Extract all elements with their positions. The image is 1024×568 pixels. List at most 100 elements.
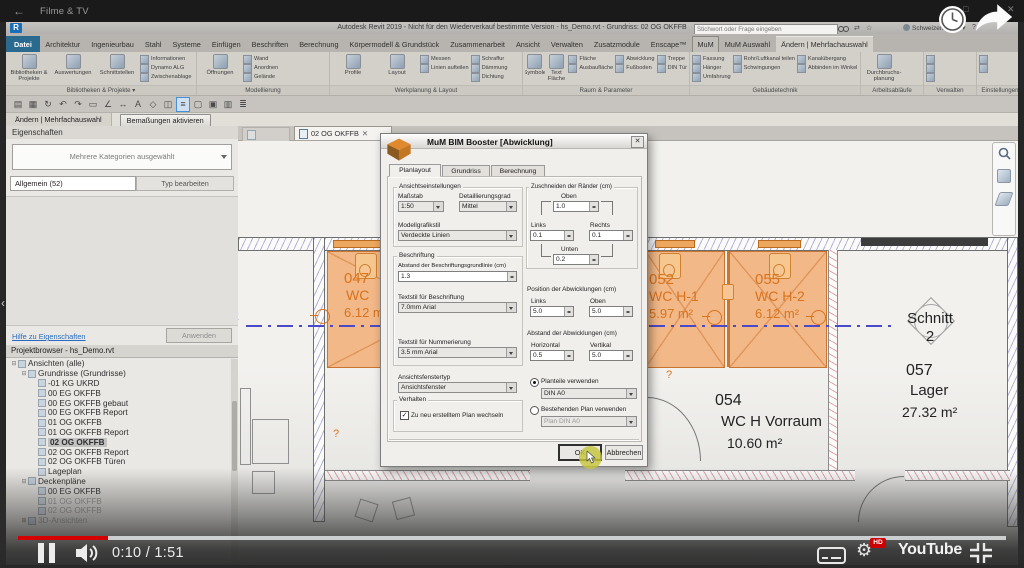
- use-sheet-parts-radio[interactable]: [530, 378, 539, 387]
- browser-item-01-og-okffb-report[interactable]: 01 OG OKFFB Report: [6, 428, 230, 438]
- scrollbar[interactable]: [231, 359, 238, 565]
- tool-informationen[interactable]: Informationen: [140, 55, 191, 63]
- share-arrow-icon[interactable]: [972, 1, 1016, 33]
- room-tag-area[interactable]: 5.97 m²: [649, 306, 693, 321]
- gap-vertical-input[interactable]: 5.0: [589, 350, 633, 361]
- detail-level-dropdown[interactable]: Mittel: [459, 201, 517, 212]
- tool-wand[interactable]: Wand: [243, 55, 278, 63]
- tool-bibliotheken-projekte[interactable]: Bibliotheken & Projekte: [8, 53, 50, 85]
- tool-zwischenablage[interactable]: Zwischenablage: [140, 73, 191, 81]
- baseline-offset-input[interactable]: 1.3: [398, 271, 517, 282]
- numbering-text-style-dropdown[interactable]: 3.5 mm Arial: [398, 347, 517, 358]
- viewport-type-dropdown[interactable]: Ansichtsfenster: [398, 382, 517, 393]
- sheet-format-dropdown[interactable]: DIN A0: [541, 388, 637, 399]
- browser-item-01-og-okffb[interactable]: 01 OG OKFFB: [6, 418, 230, 428]
- tree-expander-icon[interactable]: ⊟: [10, 360, 18, 367]
- spinner-icon[interactable]: [507, 272, 516, 281]
- tool-icon[interactable]: [979, 64, 988, 72]
- watch-later-clock-icon[interactable]: [938, 5, 967, 34]
- spinner-icon[interactable]: [589, 202, 598, 211]
- search-icon[interactable]: [838, 26, 847, 31]
- room-tag-area[interactable]: 6.12 m²: [755, 306, 799, 321]
- sync-status-icon[interactable]: ⇄: [854, 24, 860, 32]
- tool-layout[interactable]: Layout: [376, 53, 418, 85]
- tree-expander-icon[interactable]: ⊟: [20, 478, 28, 485]
- tool-schraffur[interactable]: Schraffur: [471, 55, 508, 63]
- crop-left-input[interactable]: 0.1: [530, 230, 574, 241]
- room-tag-number[interactable]: 054: [715, 392, 742, 410]
- search-input[interactable]: [694, 24, 838, 35]
- tool-text-fläche[interactable]: Text Fläche: [547, 53, 567, 85]
- tool-icon[interactable]: [979, 55, 988, 63]
- browser-item-00-eg-okffb[interactable]: 00 EG OKFFB: [6, 486, 230, 496]
- tool-auswertungen[interactable]: Auswertungen: [52, 53, 94, 85]
- browser-item-02-og-okffb[interactable]: 02 OG OKFFB: [6, 437, 230, 447]
- redo-icon[interactable]: ↷: [72, 98, 84, 111]
- pause-icon[interactable]: [49, 543, 55, 563]
- undo-icon[interactable]: ↶: [57, 98, 69, 111]
- tool-abwicklung[interactable]: Abwicklung: [615, 55, 654, 63]
- properties-filter-dropdown[interactable]: Allgemein (52): [10, 176, 136, 191]
- fullscreen-icon[interactable]: [969, 542, 993, 564]
- avatar[interactable]: [903, 24, 910, 31]
- crop-right-input[interactable]: 0.1: [589, 230, 633, 241]
- switch-windows-icon[interactable]: ▣: [207, 98, 219, 111]
- tool-schwingungen[interactable]: Schwingungen: [733, 64, 795, 72]
- view-tab-active[interactable]: 02 OG OKFFB ✕: [294, 126, 392, 140]
- progress-track[interactable]: [18, 536, 1006, 540]
- tool-gelände[interactable]: Gelände: [243, 73, 278, 81]
- position-left-input[interactable]: 5.0: [530, 306, 574, 317]
- spinner-icon[interactable]: [623, 351, 632, 360]
- tool-icon[interactable]: [926, 73, 935, 81]
- dialog-titlebar[interactable]: MuM BIM Booster [Abwicklung]: [381, 134, 647, 149]
- crop-bottom-input[interactable]: 0.2: [553, 254, 599, 265]
- scrollbar-thumb[interactable]: [232, 401, 237, 471]
- subtitles-icon[interactable]: [817, 547, 846, 564]
- room-tag-name[interactable]: WC: [346, 287, 369, 303]
- activate-dimensions-button[interactable]: Bemaßungen aktivieren: [120, 114, 211, 127]
- properties-help-link[interactable]: Hilfe zu Eigenschaften: [12, 332, 86, 341]
- tool-rohr-luftkanal-teilen[interactable]: Rohr/Luftkanal teilen: [733, 55, 795, 63]
- youtube-logo[interactable]: YouTube: [898, 541, 962, 559]
- room-tag-area[interactable]: 27.32 m²: [902, 404, 957, 420]
- browser-item-deckenpläne[interactable]: ⊟Deckenpläne: [6, 477, 230, 487]
- tool-messen[interactable]: Messen: [420, 55, 469, 63]
- apply-button[interactable]: Anwenden: [166, 328, 232, 343]
- section-icon[interactable]: ◫: [162, 98, 174, 111]
- tool-treppe[interactable]: Treppe: [657, 55, 687, 63]
- room-tag-area[interactable]: 10.60 m²: [727, 435, 782, 451]
- measure-icon[interactable]: ∠: [102, 98, 114, 111]
- save-icon[interactable]: ▦: [27, 98, 39, 111]
- tree-expander-icon[interactable]: ⊞: [20, 517, 28, 524]
- tool-fassung[interactable]: Fassung: [692, 55, 731, 63]
- tool-abbinden-im-winkel[interactable]: Abbinden im Winkel: [797, 64, 857, 72]
- back-icon[interactable]: ←: [13, 4, 25, 18]
- annotation-text-style-dropdown[interactable]: 7.0mm Arial: [398, 302, 517, 313]
- tool-profile[interactable]: Profile: [332, 53, 374, 85]
- graphic-style-dropdown[interactable]: Verdeckte Linien: [398, 230, 517, 241]
- browser-item-02-og-okffb-report[interactable]: 02 OG OKFFB Report: [6, 447, 230, 457]
- edit-type-button[interactable]: Typ bearbeiten: [136, 176, 234, 191]
- user-interface-icon[interactable]: ≣: [237, 98, 249, 111]
- browser-item-00-eg-okffb-report[interactable]: 00 EG OKFFB Report: [6, 408, 230, 418]
- browser-item-01-og-okffb[interactable]: 01 OG OKFFB: [6, 496, 230, 506]
- spinner-icon[interactable]: [589, 255, 598, 264]
- tool-umfahrung[interactable]: Umfahrung: [692, 73, 731, 81]
- tool-fläche[interactable]: Fläche: [568, 55, 613, 63]
- room-tag-number[interactable]: 047: [344, 270, 369, 287]
- room-tag-name[interactable]: WC H-2: [755, 288, 805, 304]
- room-tag-number[interactable]: 052: [649, 271, 674, 288]
- room-tag-name[interactable]: Lager: [910, 382, 948, 399]
- tree-expander-icon[interactable]: ⊟: [20, 370, 28, 377]
- close-icon[interactable]: ✕: [362, 129, 368, 138]
- favorites-icon[interactable]: ☆: [866, 24, 872, 32]
- dimension-icon[interactable]: ↔: [117, 98, 129, 111]
- view-tab-inactive[interactable]: [242, 127, 290, 141]
- pause-icon[interactable]: [38, 543, 44, 563]
- browser-item-00-eg-okffb[interactable]: 00 EG OKFFB: [6, 388, 230, 398]
- room-tag-name[interactable]: WC H Vorraum: [721, 413, 822, 430]
- scale-dropdown[interactable]: 1:50: [398, 201, 444, 212]
- text-icon[interactable]: A: [132, 98, 144, 111]
- tool-dichtung[interactable]: Dichtung: [471, 73, 508, 81]
- tool-linien-aufteilen[interactable]: Linien aufteilen: [420, 64, 469, 72]
